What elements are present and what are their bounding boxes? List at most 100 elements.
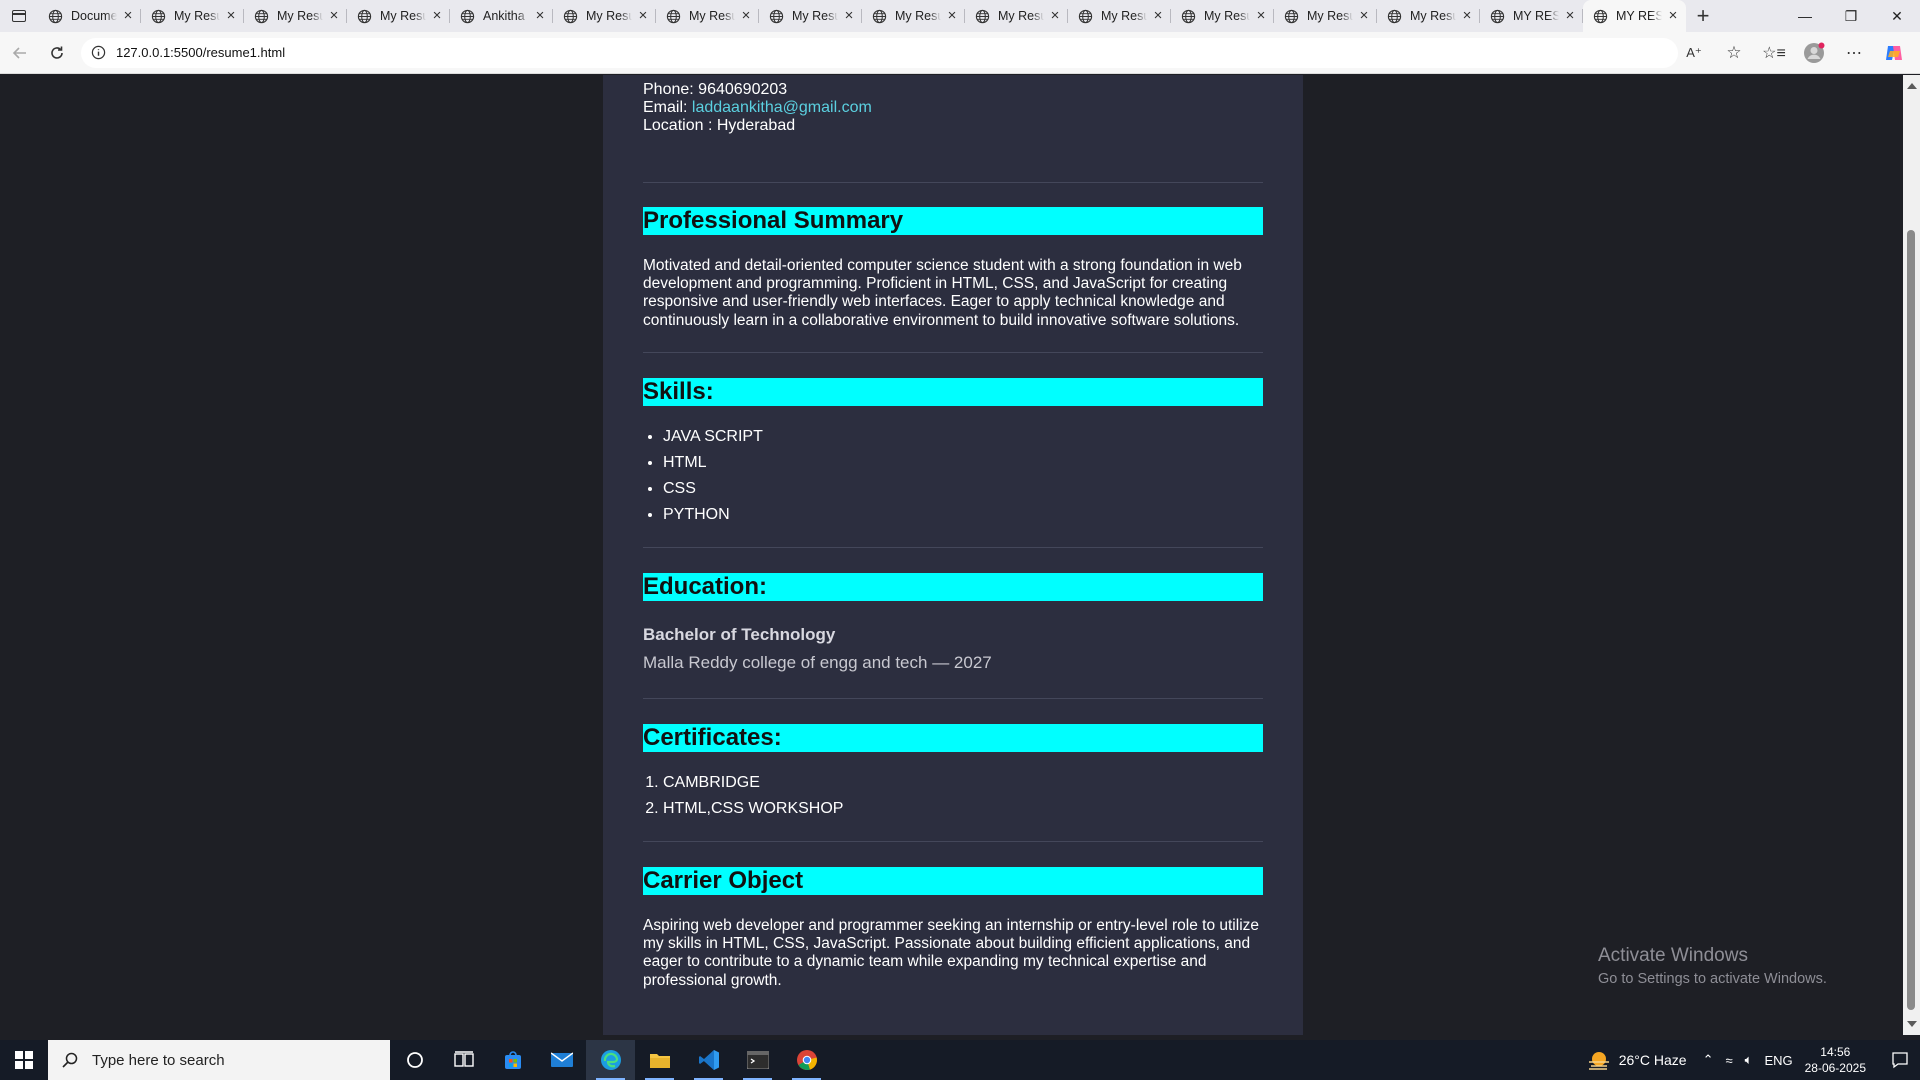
chevron-up-icon[interactable]: ⌃	[1703, 1052, 1714, 1068]
email-line: Email: laddaankitha@gmail.com	[643, 99, 872, 117]
store-button[interactable]	[488, 1040, 537, 1080]
profile-button[interactable]	[1798, 37, 1830, 69]
address-bar: 127.0.0.1:5500/resume1.html A⁺ ☆ ☆≡ ⋯	[0, 32, 1920, 74]
clock-time: 14:56	[1820, 1045, 1851, 1059]
wifi-icon[interactable]: ≈	[1725, 1053, 1732, 1068]
volume-icon[interactable]: 🔈︎	[1745, 1052, 1753, 1068]
close-tab-icon[interactable]: ×	[1563, 8, 1577, 23]
close-tab-icon[interactable]: ×	[224, 8, 238, 23]
page-scrollbar[interactable]	[1903, 75, 1920, 1035]
url-field[interactable]: 127.0.0.1:5500/resume1.html	[80, 37, 1678, 68]
close-tab-icon[interactable]: ×	[1151, 8, 1165, 23]
close-tab-icon[interactable]: ×	[842, 8, 856, 23]
scroll-thumb[interactable]	[1907, 230, 1915, 1010]
edge-button[interactable]	[586, 1040, 635, 1080]
clock[interactable]: 14:56 28-06-2025	[1805, 1044, 1866, 1076]
cortana-button[interactable]	[390, 1040, 439, 1080]
college-name: Malla Reddy college of engg and tech — 2…	[643, 653, 992, 672]
tab-title: My Resume	[1307, 9, 1353, 23]
terminal-icon	[746, 1051, 769, 1069]
tab-title: MY RESUME	[1513, 9, 1559, 23]
close-tab-icon[interactable]: ×	[636, 8, 650, 23]
summary-heading: Professional Summary	[643, 207, 1263, 235]
close-tab-icon[interactable]: ×	[533, 8, 547, 23]
certificates-section: Certificates: CAMBRIDGE HTML,CSS WORKSHO…	[643, 724, 1263, 822]
scroll-down-arrow-icon[interactable]	[1907, 1021, 1917, 1027]
degree-title: Bachelor of Technology	[643, 625, 836, 644]
vscode-button[interactable]	[684, 1040, 733, 1080]
location-line: Location : Hyderabad	[643, 117, 872, 135]
globe-icon	[460, 9, 475, 23]
close-tab-icon[interactable]: ×	[430, 8, 444, 23]
chrome-icon	[796, 1050, 817, 1071]
browser-tab[interactable]: My Resume ×	[553, 0, 656, 32]
browser-tab[interactable]: My Resume ×	[1274, 0, 1377, 32]
globe-icon	[48, 9, 63, 23]
education-heading: Education:	[643, 573, 1263, 601]
new-tab-button[interactable]: +	[1686, 0, 1720, 32]
tab-title: My Resume	[689, 9, 735, 23]
close-tab-icon[interactable]: ×	[1460, 8, 1474, 23]
browser-tab[interactable]: My Resume ×	[1171, 0, 1274, 32]
browser-tab[interactable]: My Resume ×	[141, 0, 244, 32]
site-info-icon[interactable]	[91, 45, 106, 60]
browser-tab[interactable]: My Resume ×	[244, 0, 347, 32]
location-label: Location :	[643, 117, 713, 134]
favorites-button[interactable]: ☆≡	[1758, 37, 1790, 69]
browser-tab[interactable]: My Resume ×	[759, 0, 862, 32]
email-link[interactable]: laddaankitha@gmail.com	[692, 99, 872, 116]
tab-title: My Resume	[174, 9, 220, 23]
settings-more-button[interactable]: ⋯	[1838, 37, 1870, 69]
favorite-button[interactable]: ☆	[1718, 37, 1750, 69]
close-tab-icon[interactable]: ×	[1666, 8, 1680, 23]
browser-tab[interactable]: My Resume ×	[347, 0, 450, 32]
divider	[643, 547, 1263, 548]
tab-actions-button[interactable]	[0, 0, 38, 32]
tab-title: My Resume	[380, 9, 426, 23]
close-tab-icon[interactable]: ×	[1357, 8, 1371, 23]
taskbar-search-box[interactable]: Type here to search	[48, 1040, 390, 1080]
browser-tab[interactable]: My Resume ×	[965, 0, 1068, 32]
reload-icon	[51, 46, 64, 59]
terminal-button[interactable]	[733, 1040, 782, 1080]
close-tab-icon[interactable]: ×	[1048, 8, 1062, 23]
url-text: 127.0.0.1:5500/resume1.html	[115, 45, 286, 60]
mail-button[interactable]	[537, 1040, 586, 1080]
scroll-up-arrow-icon[interactable]	[1907, 83, 1917, 89]
back-button[interactable]	[2, 35, 37, 71]
browser-tab[interactable]: My Resume ×	[862, 0, 965, 32]
weather-widget[interactable]: 26°C Haze	[1587, 1050, 1687, 1070]
close-tab-icon[interactable]: ×	[945, 8, 959, 23]
browser-tab[interactable]: MY RESUME ×	[1583, 0, 1686, 32]
task-view-button[interactable]	[439, 1040, 488, 1080]
language-indicator[interactable]: ENG	[1764, 1053, 1792, 1068]
browser-tab[interactable]: Document ×	[38, 0, 141, 32]
copilot-button[interactable]	[1878, 37, 1910, 69]
tab-title: My Resume	[1204, 9, 1250, 23]
restore-button[interactable]: ❐	[1828, 0, 1874, 32]
notifications-button[interactable]	[1880, 1040, 1920, 1080]
close-window-button[interactable]: ✕	[1874, 0, 1920, 32]
browser-tab[interactable]: My Resume ×	[1377, 0, 1480, 32]
globe-icon	[769, 9, 784, 23]
browser-tab[interactable]: My Resume ×	[656, 0, 759, 32]
globe-icon	[1284, 9, 1299, 23]
chrome-button[interactable]	[782, 1040, 831, 1080]
close-tab-icon[interactable]: ×	[327, 8, 341, 23]
browser-tab[interactable]: My Resume ×	[1068, 0, 1171, 32]
reload-button[interactable]	[39, 35, 74, 71]
close-tab-icon[interactable]: ×	[739, 8, 753, 23]
objective-text: Aspiring web developer and programmer se…	[643, 917, 1260, 989]
location-value: Hyderabad	[716, 117, 796, 134]
browser-tab[interactable]: MY RESUME ×	[1480, 0, 1583, 32]
browser-tab[interactable]: Ankitha ×	[450, 0, 553, 32]
close-tab-icon[interactable]: ×	[121, 8, 135, 23]
objective-section: Carrier Object Aspiring web developer an…	[643, 867, 1263, 990]
close-tab-icon[interactable]: ×	[1254, 8, 1268, 23]
read-aloud-button[interactable]: A⁺	[1678, 37, 1710, 69]
list-item: JAVA SCRIPT	[663, 424, 1263, 450]
minimize-button[interactable]: —	[1782, 0, 1828, 32]
start-button[interactable]	[0, 1040, 48, 1080]
file-explorer-button[interactable]	[635, 1040, 684, 1080]
list-item: HTML,CSS WORKSHOP	[663, 796, 1263, 822]
